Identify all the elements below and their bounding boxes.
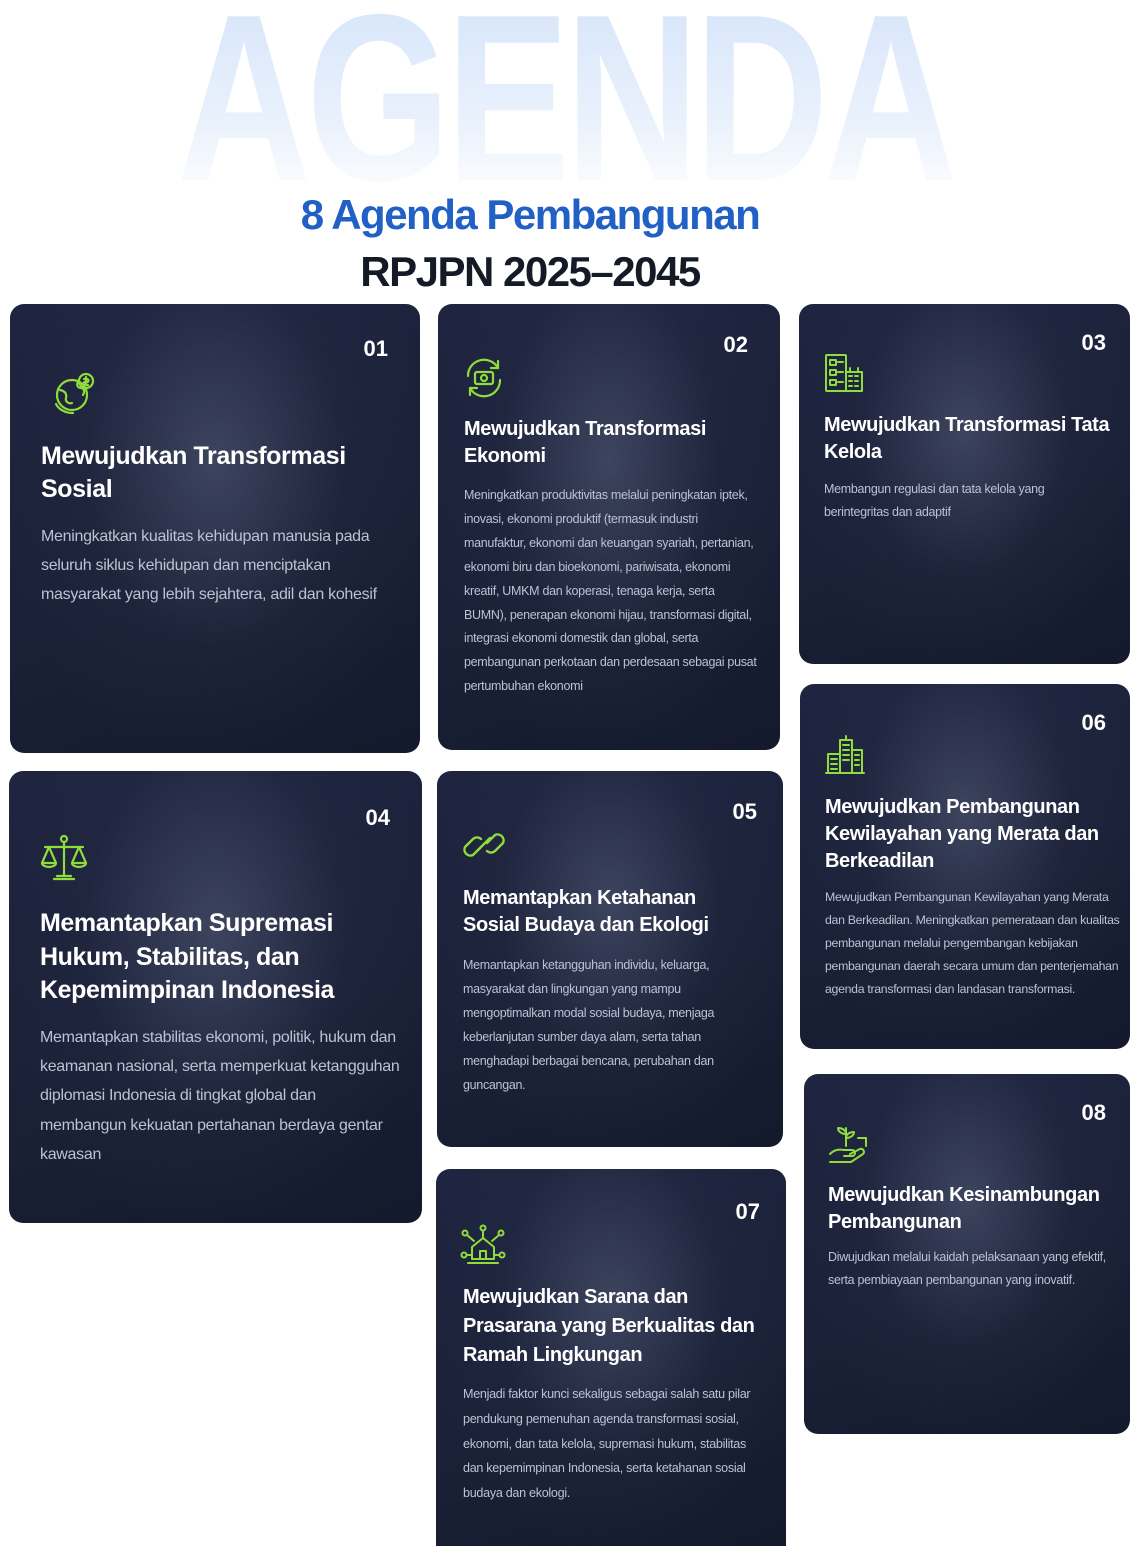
- card-number: 01: [363, 336, 388, 361]
- agenda-card-02: 02 Mewujudkan Transformasi Ekonomi Menin…: [438, 304, 780, 750]
- agenda-card-03: 03 Mewujudkan Transformasi Tata Kelola M…: [799, 304, 1130, 664]
- chain-link-icon: [461, 823, 507, 867]
- card-number: 08: [1081, 1100, 1106, 1125]
- card-description: Memantapkan stabilitas ekonomi, politik,…: [40, 1029, 400, 1163]
- card-description: Memantapkan ketangguhan individu, keluar…: [463, 958, 715, 1092]
- card-title: Memantapkan Supremasi Hukum, Stabilitas,…: [40, 909, 335, 1004]
- governance-building-icon: [823, 352, 865, 394]
- card-number: 02: [723, 332, 748, 357]
- card-title: Memantapkan Ketahanan Sosial Budaya dan …: [463, 887, 709, 936]
- card-title: Mewujudkan Transformasi Sosial: [41, 442, 346, 503]
- card-description: Mewujudkan Pembangunan Kewilayahan yang …: [825, 890, 1120, 996]
- card-title: Mewujudkan Transformasi Ekonomi: [464, 418, 706, 467]
- card-description: Meningkatkan produktivitas melalui penin…: [464, 488, 757, 694]
- card-description: Menjadi faktor kunci sekaligus sebagai s…: [463, 1387, 751, 1501]
- card-number: 05: [732, 799, 757, 824]
- card-description: Meningkatkan kualitas kehidupan manusia …: [41, 528, 377, 603]
- card-title: Mewujudkan Pembangunan Kewilayahan yang …: [825, 796, 1099, 872]
- card-number: 04: [365, 805, 390, 830]
- card-title: Mewujudkan Transformasi Tata Kelola: [824, 414, 1110, 463]
- card-number: 06: [1081, 710, 1106, 735]
- card-title: Mewujudkan Sarana dan Prasarana yang Ber…: [463, 1286, 755, 1366]
- agenda-card-01: 01 Mewujudkan Transformasi Sosial Mening…: [10, 304, 420, 753]
- page-subtitle: RPJPN 2025–2045: [360, 248, 701, 295]
- card-number: 07: [735, 1199, 760, 1224]
- justice-scale-icon: [39, 833, 89, 885]
- card-description: Diwujudkan melalui kaidah pelaksanaan ya…: [828, 1250, 1106, 1287]
- smart-home-network-icon: [460, 1223, 506, 1267]
- agenda-card-06: 06 Mewujudkan Pembangunan Kewilayahan ya…: [800, 684, 1130, 1049]
- agenda-card-07: 07 Mewujudkan Sarana dan Prasarana yang …: [436, 1169, 786, 1546]
- agenda-card-04: 04 Memantapkan Supremasi Hukum, Stabilit…: [9, 771, 422, 1223]
- agenda-watermark: AGENDA: [124, 0, 1005, 218]
- sustainable-development-icon: [826, 1124, 870, 1166]
- card-description: Membangun regulasi dan tata kelola yang …: [824, 482, 1045, 519]
- globe-growth-icon: [50, 368, 100, 418]
- card-title: Mewujudkan Kesinambungan Pembangunan: [828, 1184, 1100, 1233]
- page-title: 8 Agenda Pembangunan: [300, 191, 761, 238]
- agenda-card-05: 05 Memantapkan Ketahanan Sosial Budaya d…: [437, 771, 783, 1147]
- city-buildings-icon: [824, 734, 866, 776]
- card-number: 03: [1081, 330, 1106, 355]
- agenda-card-08: 08 Mewujudkan Kesinambungan Pembangunan …: [804, 1074, 1130, 1434]
- money-cycle-icon: [462, 356, 506, 400]
